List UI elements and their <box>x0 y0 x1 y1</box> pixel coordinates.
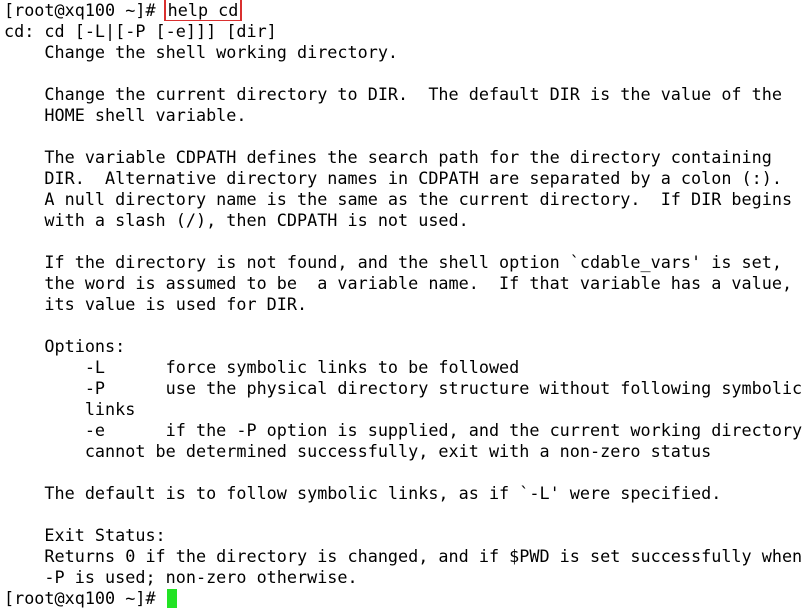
highlighted-command: help cd <box>163 0 243 21</box>
output-line: HOME shell variable. <box>4 105 247 125</box>
output-line: DIR. Alternative directory names in CDPA… <box>4 168 782 188</box>
shell-prompt: [root@xq100 ~]# <box>4 588 166 608</box>
final-prompt-line[interactable]: [root@xq100 ~]# <box>4 588 810 609</box>
text-cursor[interactable] <box>166 589 177 608</box>
output-line: -P is used; non-zero otherwise. <box>4 567 358 587</box>
output-line: Change the current directory to DIR. The… <box>4 84 782 104</box>
command-line: [root@xq100 ~]# help cd <box>4 0 810 21</box>
output-line: A null directory name is the same as the… <box>4 189 793 209</box>
output-line: -L force symbolic links to be followed <box>4 357 520 377</box>
output-line: with a slash (/), then CDPATH is not use… <box>4 210 469 230</box>
output-line: links <box>4 399 136 419</box>
shell-prompt: [root@xq100 ~]# <box>4 0 166 20</box>
output-line: The default is to follow symbolic links,… <box>4 483 722 503</box>
command-output: cd: cd [-L|[-P [-e]]] [dir] Change the s… <box>4 21 810 588</box>
output-line: Options: <box>4 336 126 356</box>
output-line: Returns 0 if the directory is changed, a… <box>4 546 803 566</box>
output-line: -P use the physical directory structure … <box>4 378 803 398</box>
output-line: If the directory is not found, and the s… <box>4 252 782 272</box>
output-line: cd: cd [-L|[-P [-e]]] [dir] <box>4 21 277 41</box>
output-line: its value is used for DIR. <box>4 294 308 314</box>
output-line: -e if the -P option is supplied, and the… <box>4 420 803 440</box>
output-line: The variable CDPATH defines the search p… <box>4 147 772 167</box>
output-line: the word is assumed to be a variable nam… <box>4 273 793 293</box>
terminal-window[interactable]: [root@xq100 ~]# help cd cd: cd [-L|[-P [… <box>0 0 810 613</box>
output-line: Change the shell working directory. <box>4 42 399 62</box>
output-line: cannot be determined successfully, exit … <box>4 441 712 461</box>
output-line: Exit Status: <box>4 525 166 545</box>
